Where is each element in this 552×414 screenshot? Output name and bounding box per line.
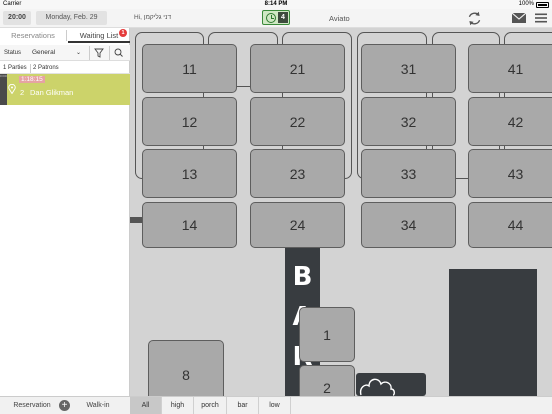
user-greeting: Hi, דני גליקמן <box>134 14 172 21</box>
table-21[interactable]: 21 <box>250 44 345 93</box>
table-8[interactable]: 8 <box>148 340 224 396</box>
party-size: 2 <box>20 88 25 97</box>
filter-button[interactable] <box>89 46 107 60</box>
table-24[interactable]: 24 <box>250 202 345 248</box>
refresh-icon[interactable] <box>466 10 483 27</box>
table-11[interactable]: 11 <box>142 44 237 93</box>
location-pin-icon <box>8 84 16 94</box>
table-32[interactable]: 32 <box>361 97 456 146</box>
filter-icon <box>94 48 104 58</box>
cloud-icon <box>359 378 396 396</box>
parties-count: 1 Parties <box>3 65 27 71</box>
table-12[interactable]: 12 <box>142 97 237 146</box>
clock-icon <box>266 13 276 23</box>
walk-in-button[interactable]: Walk-in <box>70 397 126 414</box>
status-filter-select[interactable]: General <box>32 49 55 56</box>
table-41[interactable]: 41 <box>468 44 552 93</box>
area-tab-low[interactable]: low <box>259 397 291 414</box>
rail-divider <box>130 217 142 223</box>
search-button[interactable] <box>109 46 127 60</box>
search-icon <box>114 48 123 57</box>
floor-plan: 11 21 31 41 12 22 32 42 13 23 33 43 14 2… <box>130 28 552 396</box>
table-13[interactable]: 13 <box>142 149 237 198</box>
status-bar: Carrier 8:14 PM 100% <box>0 0 552 9</box>
area-tab-all[interactable]: All <box>130 397 162 414</box>
filter-row: Status General ⌄ <box>0 45 130 61</box>
guest-name: Dan Glikman <box>30 88 74 97</box>
top-header: 20:00 Monday, Feb. 29 Hi, דני גליקמן 4 A… <box>0 9 552 28</box>
bar-sign-letter: B <box>292 262 313 292</box>
table-34[interactable]: 34 <box>361 202 456 248</box>
counts-row: 1 Parties 2 Patrons <box>0 63 130 74</box>
tab-reservations[interactable]: Reservations <box>0 28 66 43</box>
menu-icon[interactable] <box>535 13 547 23</box>
table-31[interactable]: 31 <box>361 44 456 93</box>
waiting-list-badge: 1 <box>119 29 127 37</box>
waiting-list-item[interactable]: •••••••• 1:18:15 2 Dan Glikman <box>0 74 130 105</box>
status-filter-label: Status <box>4 50 22 56</box>
clock-time: 8:14 PM <box>264 1 288 7</box>
waitlist-toggle[interactable]: 4 <box>262 10 290 25</box>
chevron-down-icon[interactable]: ⌄ <box>76 49 81 56</box>
date-selector-button[interactable]: Monday, Feb. 29 <box>36 11 107 25</box>
tab-divider <box>66 30 67 41</box>
table-1[interactable]: 1 <box>299 307 355 362</box>
table-23[interactable]: 23 <box>250 149 345 198</box>
table-42[interactable]: 42 <box>468 97 552 146</box>
time-selector-button[interactable]: 20:00 <box>3 11 31 25</box>
new-reservation-button[interactable]: Reservation <box>0 397 64 414</box>
table-44[interactable]: 44 <box>468 202 552 248</box>
mail-icon[interactable] <box>512 13 526 23</box>
waiting-elapsed-time: 1:18:15 <box>19 76 45 83</box>
battery-percentage: 100% <box>518 1 534 7</box>
bottom-toolbar: Reservation + Walk-in All high porch bar… <box>0 396 552 414</box>
table-43[interactable]: 43 <box>468 149 552 198</box>
add-button[interactable]: + <box>59 400 70 411</box>
patrons-count: 2 Patrons <box>33 65 59 71</box>
waiting-item-handle[interactable]: •••••••• <box>0 74 7 105</box>
area-tab-porch[interactable]: porch <box>194 397 227 414</box>
waiting-count-badge: 4 <box>278 12 288 23</box>
counts-divider <box>30 64 31 73</box>
kitchen-area <box>449 269 537 396</box>
restaurant-name: Aviato <box>329 14 350 23</box>
table-33[interactable]: 33 <box>361 149 456 198</box>
area-tab-high[interactable]: high <box>162 397 194 414</box>
table-14[interactable]: 14 <box>142 202 237 248</box>
area-tab-bar[interactable]: bar <box>227 397 259 414</box>
battery-icon <box>536 2 549 8</box>
left-panel: Reservations Waiting List 1 Status Gener… <box>0 28 130 396</box>
table-22[interactable]: 22 <box>250 97 345 146</box>
table-2[interactable]: 2 <box>299 365 355 396</box>
